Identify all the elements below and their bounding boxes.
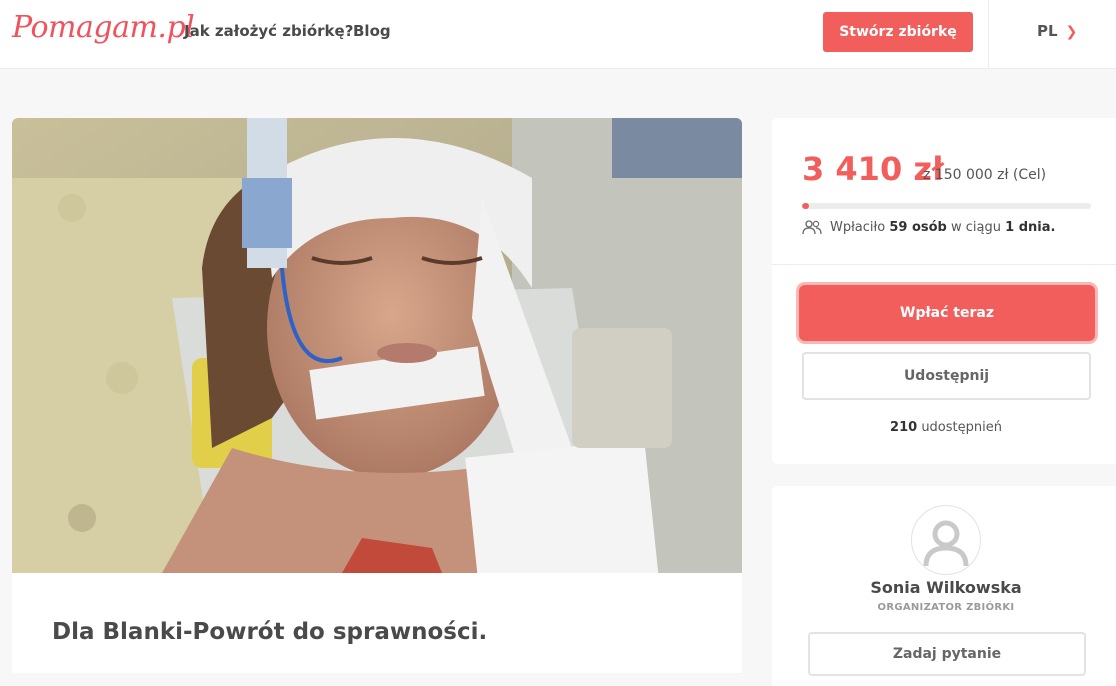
card-divider [772, 264, 1116, 265]
shares-label: udostępnień [921, 420, 1002, 435]
language-code: PL [1037, 22, 1058, 40]
shares-number: 210 [890, 420, 918, 435]
create-fundraiser-button[interactable]: Stwórz zbiórkę [823, 12, 973, 52]
progress-fill [802, 203, 809, 209]
donors-count: 59 osób [889, 219, 947, 235]
chevron-down-icon: ❯ [1065, 24, 1078, 40]
pomagam-logo[interactable]: Pomagam.pl [12, 10, 195, 45]
shares-count: 210 udostępnień [772, 420, 1116, 435]
share-button[interactable]: Udostępnij [802, 352, 1091, 400]
donors-summary: Wpłaciło 59 osób w ciągu 1 dnia. [802, 219, 1055, 235]
nav-blog-link[interactable]: Blog [353, 22, 391, 40]
organizer-role: ORGANIZATOR ZBIÓRKI [877, 602, 1015, 613]
organizer-name: Sonia Wilkowska [870, 578, 1022, 597]
donation-card: 3 410 zł z 150 000 zł (Cel) Wpłaciło 59 … [772, 118, 1116, 464]
header-divider [988, 0, 989, 68]
ask-question-button[interactable]: Zadaj pytanie [808, 632, 1086, 676]
nav-how-to-link[interactable]: Jak założyć zbiórkę? [184, 22, 353, 40]
fundraiser-photo [12, 118, 742, 573]
people-icon [802, 220, 822, 235]
top-header: Pomagam.pl Jak założyć zbiórkę? Blog Stw… [0, 0, 1116, 69]
fundraiser-title: Dla Blanki-Powrót do sprawności. [52, 619, 488, 645]
progress-bar [802, 203, 1091, 209]
fundraiser-title-card: Dla Blanki-Powrót do sprawności. [12, 573, 742, 673]
donors-mid: w ciągu [951, 219, 1001, 235]
user-icon [923, 520, 969, 567]
avatar [911, 505, 981, 575]
goal-text: z 150 000 zł (Cel) [923, 167, 1047, 183]
donors-period: 1 dnia. [1005, 219, 1056, 235]
donors-prefix: Wpłaciło [830, 219, 886, 235]
organizer-card: Sonia Wilkowska ORGANIZATOR ZBIÓRKI Zada… [772, 486, 1116, 686]
language-selector[interactable]: PL ❯ [1037, 22, 1077, 40]
pay-now-button[interactable]: Wpłać teraz [799, 285, 1095, 341]
